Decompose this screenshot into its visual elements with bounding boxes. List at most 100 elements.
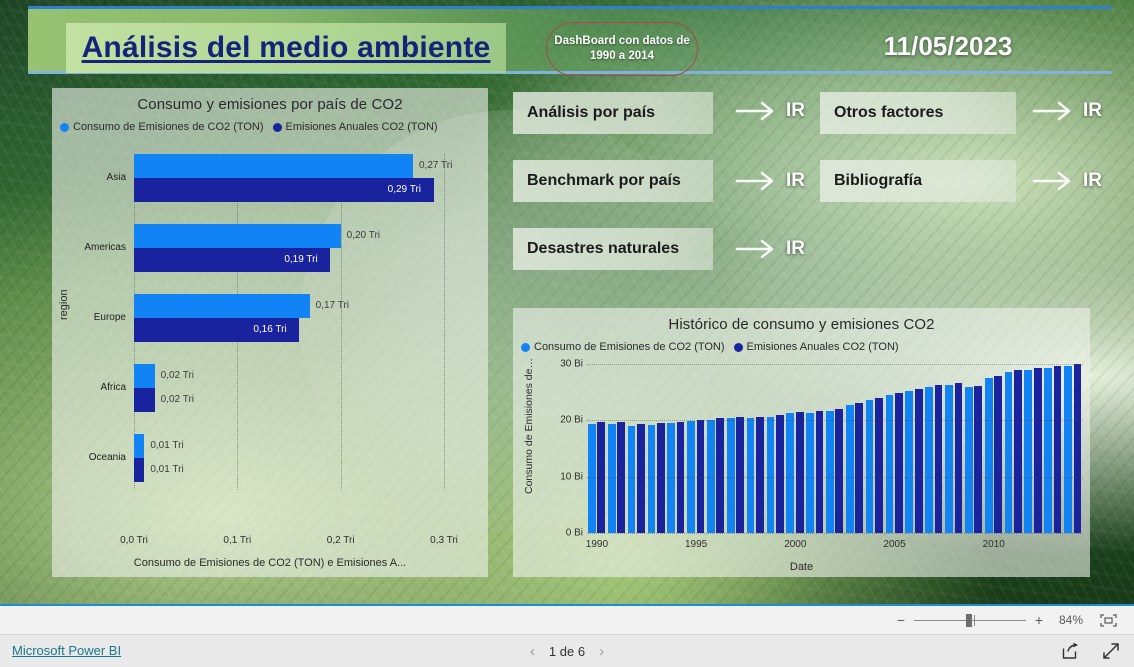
chart-region-bar[interactable] xyxy=(134,294,310,318)
chart-history-bar[interactable] xyxy=(1024,369,1033,533)
chart-history-bar[interactable] xyxy=(795,411,804,533)
chart-history-bar[interactable] xyxy=(647,424,656,533)
chart-history-y-tick: 0 Bi xyxy=(565,527,583,539)
nav-go-analisis-por-pais[interactable]: IR xyxy=(735,100,805,122)
zoom-out-button[interactable]: − xyxy=(892,613,910,627)
chart-history-bar[interactable] xyxy=(945,385,953,533)
chart-history-bar[interactable] xyxy=(875,397,883,533)
chart-history-bar[interactable] xyxy=(766,416,775,533)
chart-region-data-label: 0,02 Tri xyxy=(160,394,195,405)
nav-button-bibliografia[interactable]: Bibliografía xyxy=(820,160,1016,202)
chart-history-bar[interactable] xyxy=(974,385,983,533)
chart-history-bar[interactable] xyxy=(914,388,923,533)
chart-history-bar[interactable] xyxy=(1053,366,1062,533)
legend-item-emisiones-hist[interactable]: Emisiones Anuales CO2 (TON) xyxy=(733,341,899,353)
chart-history-gridline xyxy=(587,476,1083,478)
chart-history-bar[interactable] xyxy=(716,417,725,533)
chart-panel-region[interactable]: Consumo y emisiones por país de CO2 Cons… xyxy=(52,88,488,577)
report-header: Análisis del medio ambiente DashBoard co… xyxy=(28,6,1112,76)
chart-history-bar[interactable] xyxy=(746,418,755,533)
chart-region-bar[interactable] xyxy=(134,364,155,388)
nav-button-analisis-por-pais[interactable]: Análisis por país xyxy=(513,92,713,134)
chart-history-gridline xyxy=(587,364,1083,365)
legend-label-consumo: Consumo de Emisiones de CO2 (TON) xyxy=(73,121,264,133)
chart-history-bar[interactable] xyxy=(588,424,596,533)
chart-panel-history[interactable]: Histórico de consumo y emisiones CO2 Con… xyxy=(513,308,1090,577)
chart-history-bar[interactable] xyxy=(667,423,676,533)
nav-button-benchmark-por-pais[interactable]: Benchmark por país xyxy=(513,160,713,202)
chart-region-gridline xyxy=(340,154,342,490)
chart-history-bar[interactable] xyxy=(637,423,645,533)
chart-region-bar[interactable] xyxy=(134,388,155,412)
legend-label-consumo-hist: Consumo de Emisiones de CO2 (TON) xyxy=(534,341,725,353)
legend-label-emisiones-hist: Emisiones Anuales CO2 (TON) xyxy=(746,341,899,353)
nav-go-bibliografia[interactable]: IR xyxy=(1032,170,1102,192)
chart-history-bar[interactable] xyxy=(964,387,973,533)
chart-history-bar[interactable] xyxy=(786,413,795,533)
chart-history-bar[interactable] xyxy=(835,408,844,533)
legend-item-emisiones[interactable]: Emisiones Anuales CO2 (TON) xyxy=(272,121,438,133)
chart-history-bar[interactable] xyxy=(726,418,735,533)
chart-history-bar[interactable] xyxy=(826,410,834,533)
chart-region-bar[interactable] xyxy=(134,458,145,482)
chart-history-bar[interactable] xyxy=(905,390,914,533)
chart-history-x-tick: 1990 xyxy=(585,539,609,550)
arrow-right-icon xyxy=(1032,101,1071,121)
chart-history-bar[interactable] xyxy=(994,375,1002,533)
chart-region-bar[interactable] xyxy=(134,154,413,178)
fit-to-page-button[interactable] xyxy=(1094,613,1122,627)
chart-history-bar[interactable] xyxy=(895,393,903,533)
chart-region-data-label: 0,29 Tri xyxy=(387,184,422,195)
chart-history-bar[interactable] xyxy=(1033,368,1042,533)
chart-history-bar[interactable] xyxy=(1073,364,1082,533)
chart-history-bar[interactable] xyxy=(597,422,606,533)
powerbi-link[interactable]: Microsoft Power BI xyxy=(12,643,121,658)
report-canvas: Análisis del medio ambiente DashBoard co… xyxy=(0,0,1134,604)
chart-history-bar[interactable] xyxy=(627,425,636,533)
chart-region-bar[interactable] xyxy=(134,224,341,248)
share-icon[interactable] xyxy=(1061,642,1080,660)
chart-history-bar[interactable] xyxy=(1014,370,1022,533)
chart-region-category-label: Oceania xyxy=(88,452,126,463)
chart-history-bar[interactable] xyxy=(1004,371,1013,533)
next-page-button[interactable]: › xyxy=(599,643,604,660)
nav-go-otros-factores[interactable]: IR xyxy=(1032,100,1102,122)
legend-swatch-emisiones-hist xyxy=(733,342,743,352)
chart-history-bar[interactable] xyxy=(855,402,864,533)
fullscreen-icon[interactable] xyxy=(1102,642,1120,660)
nav-button-otros-factores[interactable]: Otros factores xyxy=(820,92,1016,134)
chart-history-bar[interactable] xyxy=(736,416,744,533)
nav-label-3: Otros factores xyxy=(834,104,944,121)
chart-history-legend: Consumo de Emisiones de CO2 (TON) Emisio… xyxy=(513,333,1090,353)
status-bar-actions xyxy=(1061,642,1120,660)
arrow-right-icon xyxy=(735,171,774,191)
chart-history-bar[interactable] xyxy=(934,384,943,533)
chart-history-bar[interactable] xyxy=(815,411,824,533)
legend-item-consumo-hist[interactable]: Consumo de Emisiones de CO2 (TON) xyxy=(521,341,725,353)
nav-action-1: IR xyxy=(786,170,805,191)
chart-history-bar[interactable] xyxy=(775,415,784,533)
chart-history-bar[interactable] xyxy=(885,395,894,533)
chart-history-bar[interactable] xyxy=(954,383,963,533)
chart-history-bar[interactable] xyxy=(806,412,814,533)
chart-region-data-label: 0,16 Tri xyxy=(253,324,287,335)
chart-history-bar[interactable] xyxy=(756,416,764,533)
chart-history-bar[interactable] xyxy=(984,377,993,533)
chart-history-plot-area: 0 Bi 10 Bi 20 Bi 30 Bi 1990 1995 2000 2005 2010 xyxy=(513,359,1090,577)
chart-region-category-label: Africa xyxy=(100,382,126,393)
previous-page-button[interactable]: ‹ xyxy=(530,643,535,660)
nav-go-desastres-naturales[interactable]: IR xyxy=(735,238,805,260)
zoom-in-button[interactable]: + xyxy=(1030,613,1048,627)
nav-go-benchmark-por-pais[interactable]: IR xyxy=(735,170,805,192)
zoom-slider-thumb[interactable] xyxy=(965,614,972,627)
legend-item-consumo[interactable]: Consumo de Emisiones de CO2 (TON) xyxy=(60,121,264,133)
chart-region-bar[interactable] xyxy=(134,434,145,458)
chart-history-bar[interactable] xyxy=(1044,367,1053,533)
chart-history-bar[interactable] xyxy=(845,404,854,533)
nav-button-desastres-naturales[interactable]: Desastres naturales xyxy=(513,228,713,270)
chart-history-bar[interactable] xyxy=(607,423,616,533)
zoom-slider[interactable] xyxy=(914,613,1026,627)
chart-history-bar[interactable] xyxy=(925,386,933,533)
chart-history-bar[interactable] xyxy=(1064,366,1072,533)
chart-history-bar[interactable] xyxy=(656,422,665,533)
